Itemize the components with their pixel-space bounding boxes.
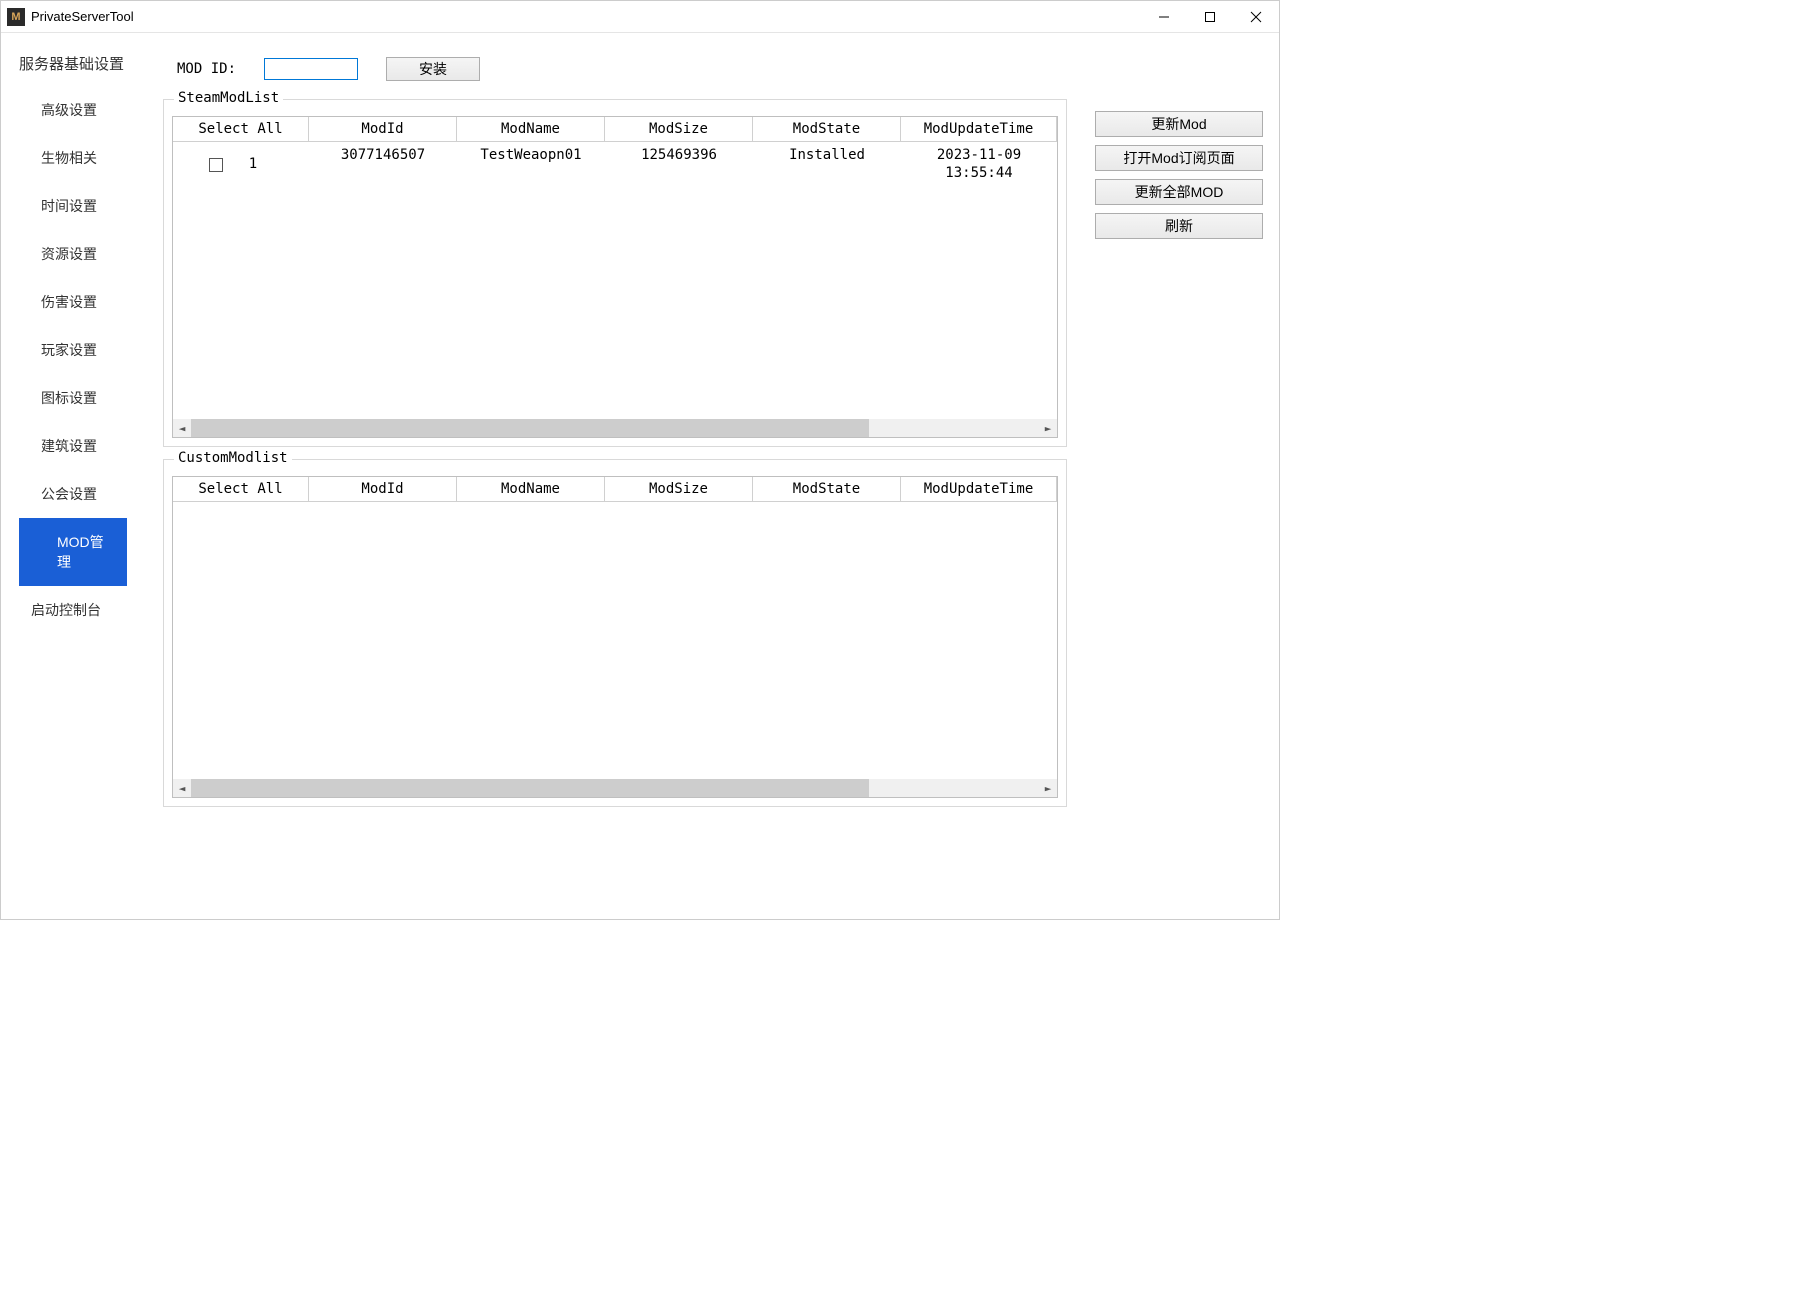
col-mod-update-time[interactable]: ModUpdateTime: [901, 477, 1057, 502]
mod-id-label: MOD ID:: [177, 61, 236, 77]
col-select-all[interactable]: Select All: [173, 117, 309, 142]
minimize-button[interactable]: [1141, 1, 1187, 33]
open-sub-page-button[interactable]: 打开Mod订阅页面: [1095, 145, 1263, 171]
sidebar-item-5[interactable]: 玩家设置: [1, 326, 163, 374]
scroll-thumb[interactable]: [191, 779, 869, 797]
scroll-right-icon[interactable]: ►: [1039, 779, 1057, 797]
app-icon: M: [7, 8, 25, 26]
sidebar-item-2[interactable]: 时间设置: [1, 182, 163, 230]
sidebar-item-6[interactable]: 图标设置: [1, 374, 163, 422]
window-title: PrivateServerTool: [31, 9, 1141, 24]
row-checkbox[interactable]: [209, 158, 223, 172]
sidebar-item-3[interactable]: 资源设置: [1, 230, 163, 278]
cell-mod-state: Installed: [753, 143, 901, 186]
table-row[interactable]: 1 3077146507TestWeaopn01125469396Installe…: [173, 143, 1057, 186]
steam-horizontal-scrollbar[interactable]: ◄ ►: [173, 419, 1057, 437]
scroll-thumb[interactable]: [191, 419, 869, 437]
sidebar-item-0[interactable]: 高级设置: [1, 86, 163, 134]
sidebar-item-7[interactable]: 建筑设置: [1, 422, 163, 470]
cell-mod-time: 2023-11-0913:55:44: [901, 143, 1057, 186]
col-mod-id[interactable]: ModId: [309, 117, 457, 142]
sidebar-item-4[interactable]: 伤害设置: [1, 278, 163, 326]
col-select-all[interactable]: Select All: [173, 477, 309, 502]
sidebar-item-1[interactable]: 生物相关: [1, 134, 163, 182]
sidebar-item-10[interactable]: 启动控制台: [1, 586, 163, 634]
col-mod-id[interactable]: ModId: [309, 477, 457, 502]
update-mod-button[interactable]: 更新Mod: [1095, 111, 1263, 137]
titlebar: M PrivateServerTool: [1, 1, 1279, 33]
steam-mod-list-legend: SteamModList: [174, 90, 283, 106]
custom-mod-list-group: CustomModlist Select All ModId ModName M…: [163, 459, 1067, 807]
steam-mod-table: Select All ModId ModName ModSize ModStat…: [172, 116, 1058, 438]
mod-id-input[interactable]: [264, 58, 358, 80]
custom-mod-table: Select All ModId ModName ModSize ModStat…: [172, 476, 1058, 798]
col-mod-state[interactable]: ModState: [753, 477, 901, 502]
sidebar-item-9[interactable]: MOD管理: [19, 518, 127, 586]
col-mod-size[interactable]: ModSize: [605, 117, 753, 142]
cell-mod-name: TestWeaopn01: [457, 143, 605, 186]
maximize-button[interactable]: [1187, 1, 1233, 33]
row-index: 1: [233, 156, 273, 174]
sidebar: 服务器基础设置 高级设置生物相关时间设置资源设置伤害设置玩家设置图标设置建筑设置…: [1, 33, 163, 919]
col-mod-size[interactable]: ModSize: [605, 477, 753, 502]
cell-mod-size: 125469396: [605, 143, 753, 186]
col-mod-state[interactable]: ModState: [753, 117, 901, 142]
cell-mod-id: 3077146507: [309, 143, 457, 186]
sidebar-header: 服务器基础设置: [1, 45, 163, 86]
steam-mod-list-group: SteamModList Select All ModId ModName Mo…: [163, 99, 1067, 447]
scroll-left-icon[interactable]: ◄: [173, 419, 191, 437]
refresh-button[interactable]: 刷新: [1095, 213, 1263, 239]
col-mod-name[interactable]: ModName: [457, 477, 605, 502]
custom-mod-list-legend: CustomModlist: [174, 450, 292, 466]
custom-horizontal-scrollbar[interactable]: ◄ ►: [173, 779, 1057, 797]
update-all-button[interactable]: 更新全部MOD: [1095, 179, 1263, 205]
scroll-right-icon[interactable]: ►: [1039, 419, 1057, 437]
sidebar-item-8[interactable]: 公会设置: [1, 470, 163, 518]
col-mod-update-time[interactable]: ModUpdateTime: [901, 117, 1057, 142]
close-button[interactable]: [1233, 1, 1279, 33]
col-mod-name[interactable]: ModName: [457, 117, 605, 142]
scroll-left-icon[interactable]: ◄: [173, 779, 191, 797]
install-button[interactable]: 安装: [386, 57, 480, 81]
